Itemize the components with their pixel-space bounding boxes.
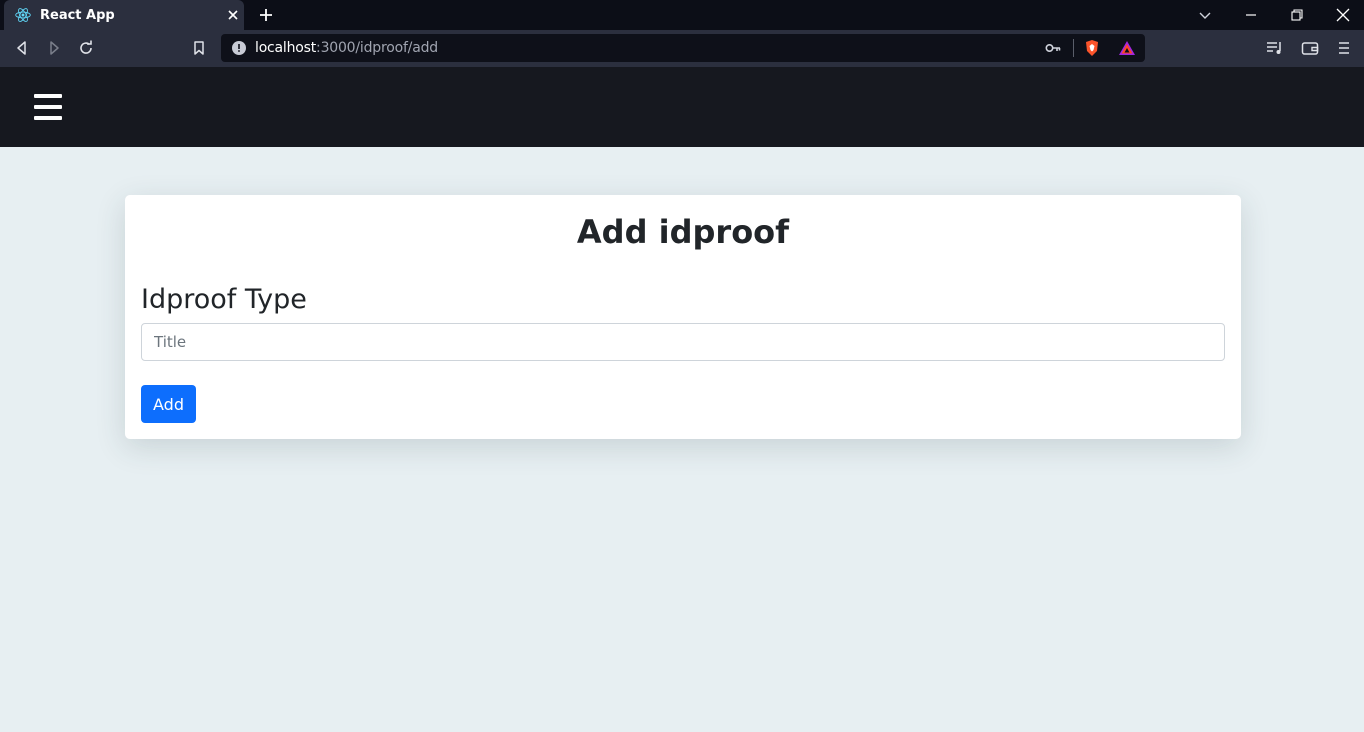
menu-icon — [1339, 42, 1349, 54]
browser-tab-strip: React App — [0, 0, 1364, 30]
wallet-button[interactable] — [1300, 38, 1320, 58]
tab-search-button[interactable] — [1182, 0, 1228, 30]
address-bar[interactable]: localhost:3000/idproof/add — [221, 34, 1145, 62]
forward-button[interactable] — [44, 38, 64, 58]
restore-button[interactable] — [1274, 0, 1320, 30]
brave-shield-icon[interactable] — [1084, 39, 1100, 57]
key-icon[interactable] — [1045, 41, 1061, 55]
bookmark-icon — [194, 41, 204, 55]
browser-menu-button[interactable] — [1334, 38, 1354, 58]
minimize-button[interactable] — [1228, 0, 1274, 30]
back-icon — [17, 41, 26, 55]
playlist-icon — [1267, 42, 1281, 54]
bookmark-button[interactable] — [189, 38, 209, 58]
close-window-icon — [1336, 8, 1350, 22]
minimize-icon — [1246, 14, 1256, 16]
reload-icon — [80, 40, 92, 54]
forward-icon — [50, 41, 59, 55]
close-window-button[interactable] — [1320, 0, 1364, 30]
page-title: Add idproof — [576, 213, 790, 251]
tab-title: React App — [40, 8, 115, 23]
plus-icon[interactable] — [257, 6, 275, 24]
hamburger-icon[interactable] — [34, 94, 62, 120]
react-icon — [15, 8, 31, 22]
add-idproof-card: Add idproof Idproof Type Add — [125, 195, 1241, 439]
brave-rewards-icon[interactable] — [1118, 40, 1136, 56]
app-navbar — [0, 67, 1364, 147]
url-text[interactable]: localhost:3000/idproof/add — [255, 40, 438, 56]
close-icon[interactable] — [225, 7, 241, 23]
site-info-icon[interactable] — [232, 41, 246, 55]
title-input[interactable] — [141, 323, 1225, 361]
restore-icon — [1291, 9, 1303, 21]
idproof-type-label: Idproof Type — [141, 284, 307, 315]
address-bar-divider — [1073, 39, 1074, 57]
back-button[interactable] — [12, 38, 32, 58]
browser-tab[interactable]: React App — [4, 0, 244, 30]
reload-button[interactable] — [76, 38, 96, 58]
playlist-button[interactable] — [1265, 38, 1285, 58]
wallet-icon — [1301, 42, 1319, 55]
url-path: :3000/idproof/add — [316, 40, 438, 56]
add-button[interactable]: Add — [141, 385, 196, 423]
browser-toolbar: localhost:3000/idproof/add — [0, 30, 1364, 67]
chevron-down-icon — [1199, 12, 1211, 19]
url-host: localhost — [255, 40, 317, 56]
